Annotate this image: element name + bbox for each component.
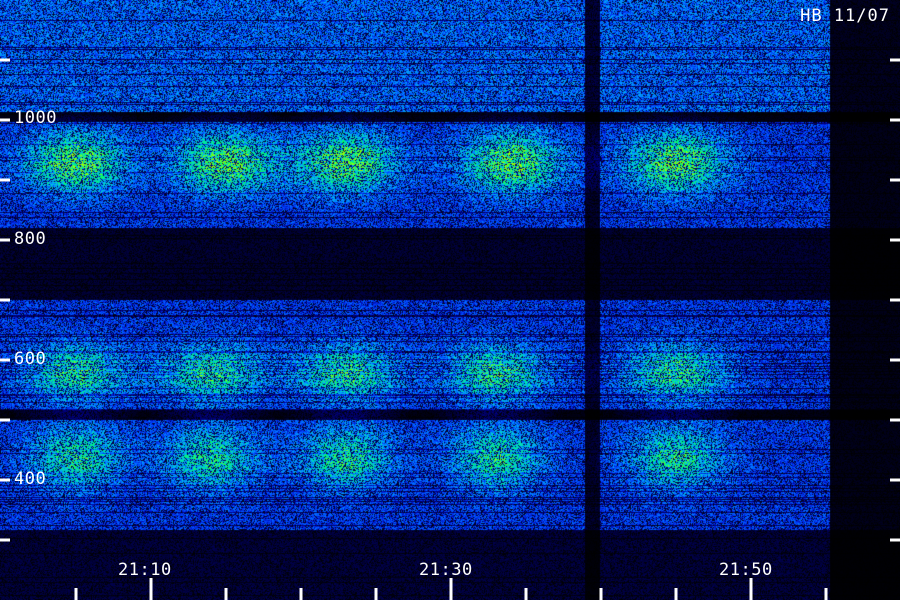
axis-ticks bbox=[0, 58, 900, 600]
